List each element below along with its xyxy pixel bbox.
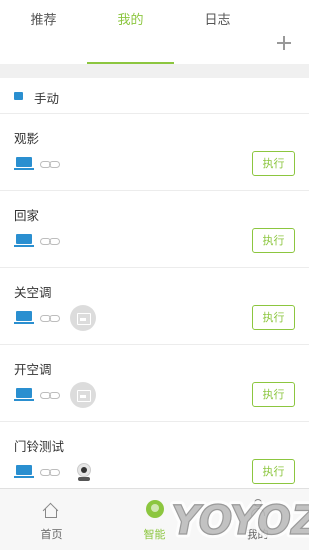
execute-button[interactable]: 执行 — [252, 228, 295, 253]
laptop-icon — [14, 234, 34, 248]
image-placeholder-icon — [70, 305, 96, 331]
scene-devices — [14, 152, 70, 176]
camera-icon — [74, 462, 94, 482]
section-divider — [0, 64, 309, 78]
person-icon — [250, 499, 266, 517]
smart-icon — [146, 500, 164, 518]
scene-devices — [14, 229, 70, 253]
laptop-icon — [14, 388, 34, 402]
link-icon — [40, 465, 62, 479]
scene-row[interactable]: 开空调 执行 — [0, 345, 309, 422]
link-icon — [40, 234, 62, 248]
nav-mine[interactable]: 我的 — [206, 489, 309, 550]
scene-row[interactable]: 关空调 执行 — [0, 268, 309, 345]
link-icon — [40, 157, 62, 171]
add-icon[interactable] — [270, 30, 298, 58]
scene-devices — [14, 382, 96, 408]
nav-label: 首页 — [40, 528, 63, 541]
tab-recommend[interactable]: 推荐 — [0, 0, 87, 64]
bottom-nav: 首页 智能 我的 — [0, 488, 309, 550]
link-icon — [40, 311, 62, 325]
scene-devices — [14, 460, 94, 484]
laptop-icon — [14, 311, 34, 325]
scene-row[interactable]: 观影 执行 — [0, 114, 309, 191]
nav-home[interactable]: 首页 — [0, 489, 103, 550]
image-placeholder-icon — [70, 382, 96, 408]
scene-row[interactable]: 回家 执行 — [0, 191, 309, 268]
laptop-icon — [14, 157, 34, 171]
section-header: 手动 — [0, 78, 309, 114]
execute-button[interactable]: 执行 — [252, 305, 295, 330]
nav-smart[interactable]: 智能 — [103, 489, 206, 550]
tab-log[interactable]: 日志 — [174, 0, 261, 64]
tab-mine[interactable]: 我的 — [87, 0, 174, 64]
section-title: 手动 — [34, 91, 60, 106]
execute-button[interactable]: 执行 — [252, 151, 295, 176]
scene-devices — [14, 305, 96, 331]
execute-button[interactable]: 执行 — [252, 382, 295, 407]
scene-name: 门铃测试 — [14, 439, 65, 454]
top-tab-bar: 推荐 我的 日志 — [0, 0, 309, 64]
scene-name: 开空调 — [14, 362, 52, 377]
section-icon — [14, 92, 23, 100]
scene-name: 回家 — [14, 208, 40, 223]
laptop-icon — [14, 465, 34, 479]
home-icon — [42, 501, 60, 519]
link-icon — [40, 388, 62, 402]
nav-label: 智能 — [143, 528, 166, 541]
nav-label: 我的 — [246, 528, 269, 541]
execute-button[interactable]: 执行 — [252, 459, 295, 484]
scene-name: 关空调 — [14, 285, 52, 300]
scene-name: 观影 — [14, 131, 40, 146]
